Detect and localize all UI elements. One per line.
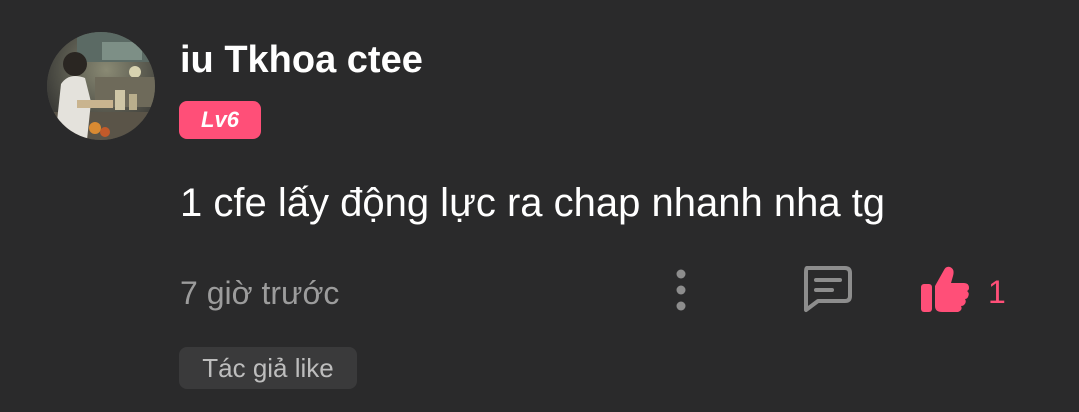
timestamp: 7 giờ trước bbox=[180, 275, 340, 311]
comment-item: iu Tkhoa ctee Lv6 1 cfe lấy động lực ra … bbox=[0, 0, 1079, 412]
avatar[interactable] bbox=[47, 32, 155, 140]
comment-bubble-icon bbox=[804, 266, 852, 312]
author-liked-tag: Tác giả like bbox=[179, 347, 357, 389]
reply-button[interactable] bbox=[798, 264, 854, 314]
more-vertical-icon bbox=[676, 269, 686, 311]
level-badge: Lv6 bbox=[179, 101, 261, 139]
more-options-button[interactable] bbox=[664, 266, 698, 314]
comment-text: 1 cfe lấy động lực ra chap nhanh nha tg bbox=[180, 181, 886, 225]
username[interactable]: iu Tkhoa ctee bbox=[180, 38, 423, 82]
like-count: 1 bbox=[988, 274, 1006, 310]
like-button[interactable]: 1 bbox=[918, 264, 1018, 316]
avatar-photo bbox=[47, 32, 155, 140]
thumbs-up-icon bbox=[921, 266, 969, 312]
